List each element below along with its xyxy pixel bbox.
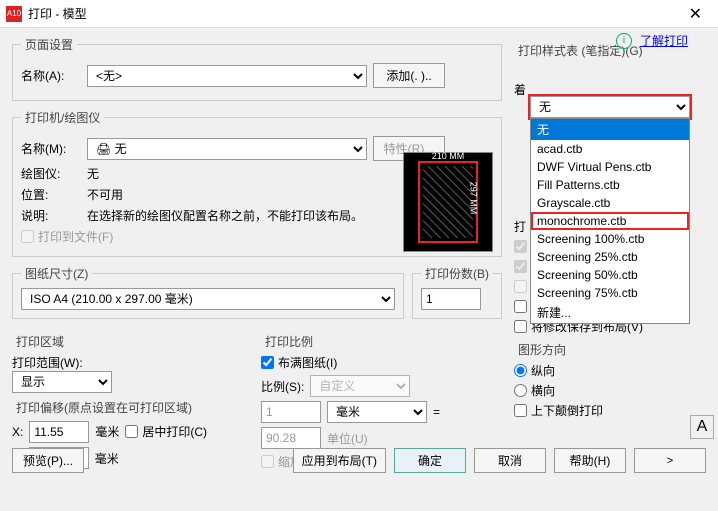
hide-paper-checkbox <box>514 280 527 293</box>
styletable-option[interactable]: acad.ctb <box>531 140 689 158</box>
offset-legend: 打印偏移(原点设置在可打印区域) <box>12 399 253 416</box>
copies-legend: 打印份数(B) <box>421 265 493 282</box>
ok-button[interactable]: 确定 <box>394 448 466 473</box>
styletable-option[interactable]: Screening 100%.ctb <box>531 230 689 248</box>
upside-checkbox[interactable] <box>514 404 527 417</box>
range-select[interactable]: 显示 <box>12 371 112 393</box>
close-button[interactable]: ✕ <box>679 4 712 24</box>
orientation-icon: A <box>690 415 714 439</box>
page-setup-name-select[interactable]: <无> <box>87 65 367 87</box>
plotter-value: 无 <box>87 165 99 182</box>
portrait-radio[interactable] <box>514 364 527 377</box>
styletable-option[interactable]: Fill Patterns.ctb <box>531 176 689 194</box>
learn-print-link[interactable]: 了解打印 <box>640 32 688 49</box>
scale-den-input <box>261 427 321 449</box>
paper-size-legend: 图纸尺寸(Z) <box>21 265 92 282</box>
landscape-radio[interactable] <box>514 384 527 397</box>
apply-button[interactable]: 应用到布局(T) <box>293 448 386 473</box>
save-layout-checkbox[interactable] <box>514 320 527 333</box>
name-label: 名称(A): <box>21 67 81 84</box>
page-setup-legend: 页面设置 <box>21 36 77 53</box>
style-print-checkbox <box>514 240 527 253</box>
last-paper-checkbox <box>514 260 527 273</box>
printer-legend: 打印机/绘图仪 <box>21 109 104 126</box>
styletable-option[interactable]: 无 <box>531 119 689 140</box>
location-value: 不可用 <box>87 186 123 203</box>
styletable-select[interactable]: 无 <box>530 96 690 118</box>
copies-input[interactable] <box>421 288 481 310</box>
styletable-dropdown[interactable]: 无acad.ctbDWF Virtual Pens.ctbFill Patter… <box>530 118 690 324</box>
add-button[interactable]: 添加(. ).. <box>373 63 445 88</box>
cancel-button[interactable]: 取消 <box>474 448 546 473</box>
expand-button[interactable]: > <box>634 448 706 473</box>
scale-unit-select[interactable]: 毫米 <box>327 401 427 423</box>
orientation-legend: 图形方向 <box>514 341 699 358</box>
styletable-option[interactable]: Screening 75%.ctb <box>531 284 689 302</box>
desc-value: 在选择新的绘图仪配置名称之前，不能打印该布局。 <box>87 207 367 224</box>
app-icon: A10 <box>6 6 22 22</box>
paper-preview <box>403 152 493 252</box>
styletable-option[interactable]: Screening 25%.ctb <box>531 248 689 266</box>
print-to-file-checkbox <box>21 230 34 243</box>
help-button[interactable]: 帮助(H) <box>554 448 626 473</box>
scale-select: 自定义 <box>310 375 410 397</box>
center-checkbox[interactable] <box>125 425 138 438</box>
fit-checkbox[interactable] <box>261 356 274 369</box>
stamp-checkbox[interactable] <box>514 300 527 313</box>
range-label: 打印范围(W): <box>12 354 253 371</box>
window-title: 打印 - 模型 <box>28 5 87 22</box>
styletable-option[interactable]: Screening 50%.ctb <box>531 266 689 284</box>
scale-num-input <box>261 401 321 423</box>
info-icon[interactable]: i <box>616 33 632 49</box>
offset-x-input[interactable] <box>29 421 89 443</box>
styletable-option[interactable]: monochrome.ctb <box>531 212 689 230</box>
styletable-dropdown-container: 无 无acad.ctbDWF Virtual Pens.ctbFill Patt… <box>528 94 692 120</box>
location-label: 位置: <box>21 186 81 203</box>
desc-label: 说明: <box>21 207 81 224</box>
scale-legend: 打印比例 <box>261 333 502 350</box>
styletable-option[interactable]: DWF Virtual Pens.ctb <box>531 158 689 176</box>
printer-name-label: 名称(M): <box>21 140 81 157</box>
plotter-label: 绘图仪: <box>21 165 81 182</box>
styletable-option[interactable]: Grayscale.ctb <box>531 194 689 212</box>
preview-button[interactable]: 预览(P)... <box>12 448 84 473</box>
styletable-option[interactable]: 新建... <box>531 302 689 323</box>
area-legend: 打印区域 <box>12 333 253 350</box>
paper-size-select[interactable]: ISO A4 (210.00 x 297.00 毫米) <box>21 288 395 310</box>
print-options-legend: 打 <box>514 220 526 234</box>
print-to-file-label: 打印到文件(F) <box>38 228 113 245</box>
viewport-legend: 着 <box>514 83 526 97</box>
printer-name-select[interactable]: 🖨 无 <box>87 138 367 160</box>
